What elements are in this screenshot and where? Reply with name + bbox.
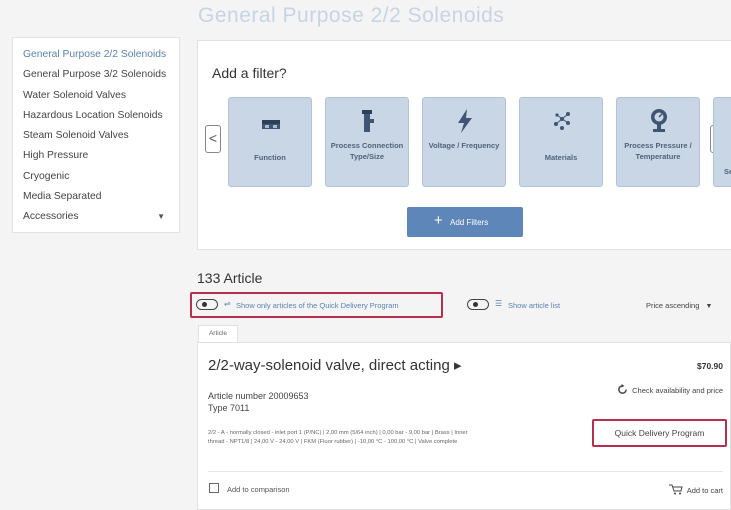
filter-prev-button[interactable]: < — [205, 125, 221, 153]
sidebar-item-cryogenic[interactable]: Cryogenic — [23, 167, 179, 187]
product-specs: 2/2 - A - normally closed - inlet port 1… — [208, 430, 468, 445]
gauge-icon — [651, 109, 667, 132]
filter-tile-materials[interactable]: Materials — [519, 97, 603, 187]
cart-icon — [668, 484, 683, 495]
refresh-icon — [618, 384, 628, 394]
quick-delivery-toggle-label[interactable]: Show only articles of the Quick Delivery… — [236, 301, 399, 310]
sidebar-item-general-purpose-3-2[interactable]: General Purpose 3/2 Solenoids — [23, 65, 179, 85]
article-tab[interactable]: Article — [198, 325, 238, 343]
tile-label: Function — [254, 153, 286, 162]
filter-tile-function[interactable]: Function — [228, 97, 312, 187]
divider — [208, 471, 723, 472]
add-to-cart-label: Add to cart — [686, 486, 723, 495]
comparison-checkbox[interactable] — [209, 483, 219, 493]
filter-tile-partial[interactable]: Se — [713, 97, 731, 187]
tile-label: Se — [724, 167, 731, 176]
quick-delivery-toggle[interactable] — [196, 299, 218, 310]
materials-icon — [554, 112, 570, 130]
sidebar-item-high-pressure[interactable]: High Pressure — [23, 146, 179, 166]
sidebar-item-media-separated[interactable]: Media Separated — [23, 187, 179, 207]
toggle-knob — [473, 302, 478, 307]
product-price: $70.90 — [697, 361, 723, 371]
chevron-down-icon: ▼ — [705, 303, 713, 310]
product-type: Type 7011 — [208, 403, 250, 413]
tile-label: Voltage / Frequency — [428, 141, 500, 150]
sort-dropdown[interactable]: Price ascending ▼ — [646, 301, 712, 310]
add-to-cart-button[interactable]: Add to cart — [668, 484, 723, 495]
sidebar-item-steam-solenoid-valves[interactable]: Steam Solenoid Valves — [23, 126, 179, 146]
connection-icon — [362, 110, 374, 132]
sidebar-item-water-solenoid-valves[interactable]: Water Solenoid Valves — [23, 86, 179, 106]
product-title[interactable]: 2/2-way-solenoid valve, direct acting ▸ — [208, 357, 468, 374]
truck-icon: ⇌ — [224, 299, 231, 308]
article-list-toggle[interactable] — [467, 299, 489, 310]
lightning-icon — [458, 109, 472, 133]
article-number: Article number 20009653 — [208, 391, 309, 401]
add-filters-button[interactable]: + Add Filters — [407, 207, 523, 237]
sidebar-item-accessories[interactable]: Accessories ▼ — [23, 207, 179, 227]
filter-tile-process-connection[interactable]: Process Connection Type/Size — [325, 97, 409, 187]
sort-label: Price ascending — [646, 301, 700, 310]
tile-label: Materials — [544, 153, 578, 162]
sidebar-item-label: Accessories — [23, 211, 79, 223]
filter-tile-voltage-frequency[interactable]: Voltage / Frequency — [422, 97, 506, 187]
add-filters-label: Add Filters — [450, 218, 489, 227]
quick-delivery-program-badge[interactable]: Quick Delivery Program — [592, 419, 727, 447]
tile-label: Process Pressure / Temperature — [624, 141, 692, 161]
toggle-knob — [202, 302, 207, 307]
tile-label: Process Connection Type/Size — [330, 141, 404, 161]
list-icon: ☰ — [495, 299, 503, 308]
comparison-label: Add to comparison — [227, 485, 290, 494]
page-title: General Purpose 2/2 Solenoids — [198, 4, 505, 27]
category-sidebar: General Purpose 2/2 Solenoids General Pu… — [12, 37, 180, 233]
function-icon — [262, 120, 280, 129]
chevron-down-icon: ▼ — [157, 212, 165, 222]
filter-panel: Add a filter? < > Function Process Conne… — [197, 40, 731, 250]
check-availability-link[interactable]: Check availability and price — [617, 384, 723, 395]
filter-tile-pressure-temperature[interactable]: Process Pressure / Temperature — [616, 97, 700, 187]
article-count: 133 Article — [197, 270, 263, 286]
plus-icon: + — [434, 212, 443, 229]
article-list-toggle-label[interactable]: Show article list — [508, 301, 560, 310]
filter-title: Add a filter? — [212, 65, 287, 81]
sidebar-item-general-purpose-2-2[interactable]: General Purpose 2/2 Solenoids — [23, 45, 179, 65]
article-card: 2/2-way-solenoid valve, direct acting ▸ … — [197, 342, 731, 510]
sidebar-item-hazardous-location[interactable]: Hazardous Location Solenoids — [23, 106, 179, 126]
availability-label: Check availability and price — [632, 386, 723, 395]
